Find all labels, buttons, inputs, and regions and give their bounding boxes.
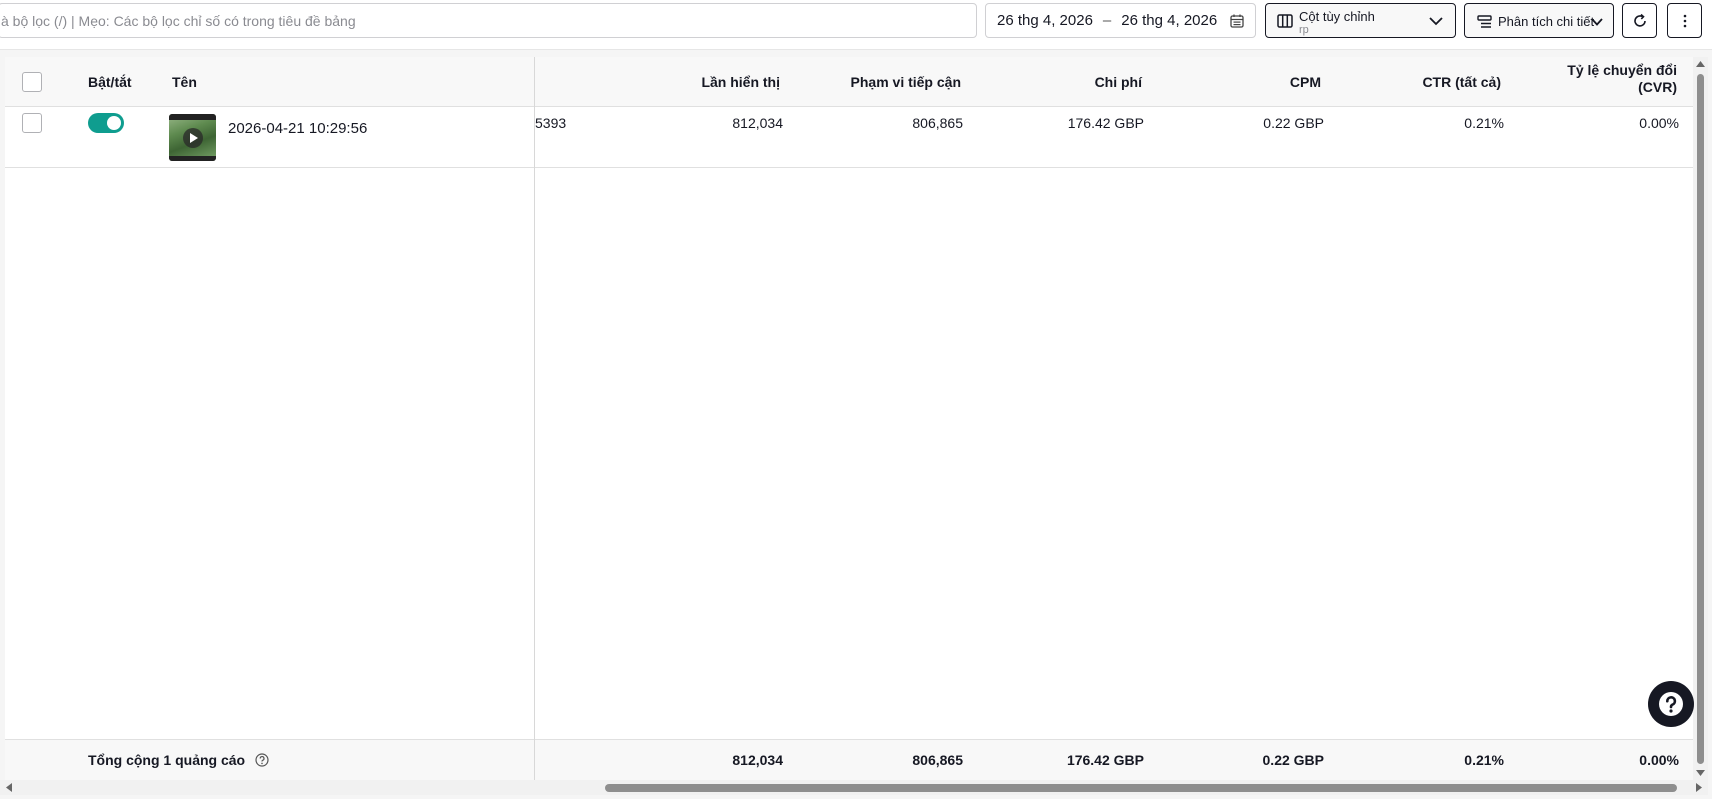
- more-vertical-icon: [1683, 14, 1687, 28]
- scroll-down-arrow-icon[interactable]: [1696, 770, 1705, 776]
- cell-ctr: 0.21%: [1464, 115, 1504, 131]
- total-cost: 176.42 GBP: [1066, 752, 1144, 768]
- play-icon: [183, 128, 203, 148]
- date-separator: –: [1102, 12, 1112, 29]
- header-impressions[interactable]: Lần hiển thị: [605, 74, 780, 90]
- header-toggle[interactable]: Bật/tắt: [88, 74, 132, 90]
- scroll-right-arrow-icon[interactable]: [1696, 783, 1702, 792]
- header-reach[interactable]: Phạm vi tiếp cận: [785, 74, 961, 90]
- total-reach: 806,865: [912, 752, 963, 768]
- help-button[interactable]: [1648, 681, 1694, 727]
- scroll-left-arrow-icon[interactable]: [6, 783, 12, 792]
- vertical-scroll-thumb[interactable]: [1697, 74, 1704, 764]
- vertical-scrollbar[interactable]: [1693, 57, 1708, 780]
- toolbar: 26 thg 4, 2026 – 26 thg 4, 2026 Cột tùy …: [0, 0, 1712, 50]
- total-ctr: 0.21%: [1464, 752, 1504, 768]
- total-cvr: 0.00%: [1639, 752, 1679, 768]
- custom-columns-button[interactable]: Cột tùy chỉnh rp: [1265, 3, 1456, 38]
- chevron-down-icon: [1429, 17, 1443, 26]
- play-glyph: [190, 133, 198, 143]
- help-circle-icon[interactable]: [255, 753, 269, 767]
- cell-reach: 806,865: [912, 115, 963, 131]
- breakdown-icon: [1477, 15, 1492, 28]
- ads-table: Bật/tắt Tên Lần hiển thị Phạm vi tiếp cậ…: [5, 57, 1693, 780]
- custom-columns-label: Cột tùy chỉnh: [1299, 9, 1375, 24]
- header-cpm[interactable]: CPM: [1145, 74, 1321, 90]
- thumbnail-band-bottom: [169, 156, 216, 161]
- refresh-button[interactable]: [1622, 3, 1657, 38]
- totals-label-text: Tổng cộng 1 quảng cáo: [88, 752, 246, 768]
- cell-cost: 176.42 GBP: [1067, 115, 1144, 131]
- breakdown-label: Phân tích chi tiết: [1498, 14, 1595, 29]
- ad-name[interactable]: 2026-04-21 10:29:56: [228, 120, 367, 137]
- frozen-column-divider[interactable]: [534, 57, 535, 780]
- table-totals-row: Tổng cộng 1 quảng cáo 812,034 806,865 17…: [5, 739, 1693, 780]
- scroll-up-arrow-icon[interactable]: [1696, 61, 1705, 67]
- cell-impressions: 812,034: [732, 115, 783, 131]
- header-cost[interactable]: Chi phí: [965, 74, 1142, 90]
- horizontal-scrollbar[interactable]: [0, 780, 1708, 795]
- horizontal-scroll-thumb[interactable]: [605, 784, 1677, 792]
- ad-toggle-switch[interactable]: [88, 113, 124, 133]
- select-all-checkbox[interactable]: [22, 72, 42, 92]
- chevron-down-icon: [1591, 18, 1603, 26]
- table-row[interactable]: 2026-04-21 10:29:56 5393 812,034 806,865…: [5, 107, 1693, 168]
- refresh-icon: [1634, 13, 1646, 27]
- header-name[interactable]: Tên: [172, 74, 197, 90]
- header-cvr-line2: (CVR): [1638, 79, 1677, 95]
- more-options-button[interactable]: [1667, 3, 1702, 38]
- row-checkbox[interactable]: [22, 113, 42, 133]
- total-impressions: 812,034: [732, 752, 783, 768]
- totals-label: Tổng cộng 1 quảng cáo: [88, 752, 269, 768]
- toggle-knob: [107, 116, 121, 130]
- search-box[interactable]: [0, 3, 977, 38]
- header-ctr[interactable]: CTR (tất cả): [1325, 74, 1501, 90]
- search-input[interactable]: [0, 4, 976, 37]
- date-start: 26 thg 4, 2026: [997, 12, 1093, 29]
- help-fab-icon: [1659, 692, 1683, 716]
- partial-column-value: 5393: [535, 115, 567, 131]
- date-end: 26 thg 4, 2026: [1121, 12, 1218, 29]
- thumbnail-band-top: [169, 114, 216, 120]
- total-cpm: 0.22 GBP: [1262, 752, 1324, 768]
- table-header: Bật/tắt Tên Lần hiển thị Phạm vi tiếp cậ…: [5, 57, 1693, 107]
- calendar-icon: [1230, 14, 1244, 28]
- date-range-picker[interactable]: 26 thg 4, 2026 – 26 thg 4, 2026: [985, 3, 1256, 38]
- columns-icon: [1277, 14, 1293, 28]
- cell-cvr: 0.00%: [1639, 115, 1679, 131]
- breakdown-button[interactable]: Phân tích chi tiết: [1464, 3, 1614, 38]
- video-thumbnail[interactable]: [169, 114, 216, 161]
- cell-cpm: 0.22 GBP: [1263, 115, 1324, 131]
- custom-columns-sublabel: rp: [1299, 24, 1309, 36]
- header-cvr-line1[interactable]: Tỷ lệ chuyển đổi: [1505, 62, 1677, 78]
